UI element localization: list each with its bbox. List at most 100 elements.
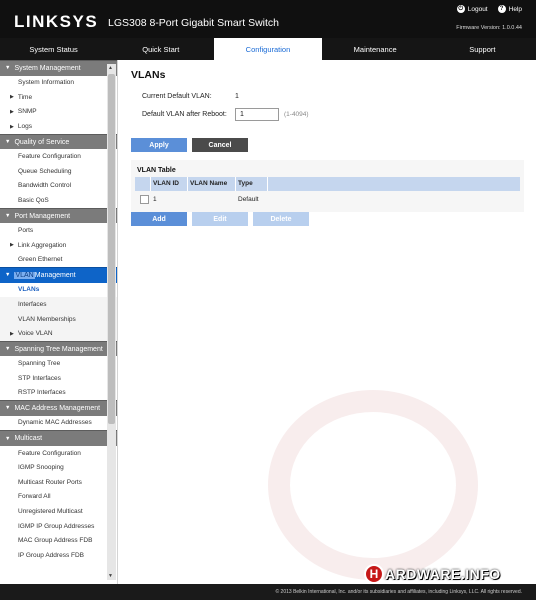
- footer: © 2013 Belkin International, Inc. and/or…: [0, 584, 536, 600]
- collapse-triangle-icon: ▼: [5, 272, 11, 279]
- section-label: MAC Address Management: [14, 404, 101, 412]
- sidebar-item-ports[interactable]: Ports: [0, 223, 117, 238]
- hardware-info-text: ARDWARE.INFO: [385, 566, 501, 582]
- section-label: System Management: [14, 64, 81, 72]
- help-icon: ?: [497, 5, 506, 13]
- section-label-highlight: VLAN: [14, 271, 35, 279]
- vlan-table-title: VLAN Table: [137, 167, 176, 174]
- edit-button[interactable]: Edit: [192, 212, 248, 226]
- sidebar-item-dynamic-mac-addresses[interactable]: Dynamic MAC Addresses: [0, 416, 117, 431]
- hardware-info-watermark: H ARDWARE.INFO: [364, 563, 534, 585]
- section-label: Multicast: [14, 435, 43, 443]
- collapse-triangle-icon: ▼: [5, 65, 11, 72]
- sidebar-item-unregistered-multicast[interactable]: Unregistered Multicast: [0, 504, 117, 519]
- add-button[interactable]: Add: [131, 212, 187, 226]
- logout-link[interactable]: ⏻ Logout: [456, 5, 488, 13]
- watermark-circle: [268, 390, 478, 580]
- sidebar-section-spanning-tree-management[interactable]: ▼ Spanning Tree Management: [0, 340, 117, 357]
- item-label: Voice VLAN: [17, 330, 53, 338]
- sidebar-section-system-management[interactable]: ▼ System Management: [0, 60, 117, 76]
- vlan-table-panel: VLAN Table VLAN ID VLAN Name Type 1 Defa…: [131, 160, 524, 212]
- section-label: Management: [34, 271, 76, 279]
- tab-support[interactable]: Support: [429, 38, 536, 60]
- tab-maintenance[interactable]: Maintenance: [322, 38, 429, 60]
- sidebar-section-quality-of-service[interactable]: ▼ Quality of Service: [0, 133, 117, 150]
- sidebar-item-bandwidth-control[interactable]: Bandwidth Control: [0, 179, 117, 194]
- header-links: ⏻ Logout ? Help: [456, 5, 522, 13]
- sidebar-item-igmp-snooping[interactable]: IGMP Snooping: [0, 460, 117, 475]
- sidebar-item-rstp-interfaces[interactable]: RSTP Interfaces: [0, 386, 117, 401]
- page-title: VLANs: [131, 69, 166, 81]
- scroll-up-icon[interactable]: ▲: [108, 65, 113, 71]
- sidebar-item-stp-interfaces[interactable]: STP Interfaces: [0, 371, 117, 386]
- sidebar-section-multicast[interactable]: ▼ Multicast: [0, 430, 117, 446]
- sidebar-item-logs[interactable]: ▶ Logs: [0, 119, 117, 134]
- sidebar-item-time[interactable]: ▶ Time: [0, 90, 117, 105]
- sidebar-section-vlan-management[interactable]: ▼ VLAN Management: [0, 267, 117, 283]
- section-label: Quality of Service: [14, 138, 70, 146]
- collapse-triangle-icon: ▼: [5, 139, 11, 146]
- collapse-triangle-icon: ▼: [5, 435, 11, 442]
- section-label: Spanning Tree Management: [14, 345, 103, 353]
- sidebar-item-vlan-memberships[interactable]: VLAN Memberships: [0, 311, 117, 327]
- item-label: Logs: [17, 123, 32, 131]
- sidebar-item-forward-all[interactable]: Forward All: [0, 490, 117, 505]
- sidebar-item-feature-configuration[interactable]: Feature Configuration: [0, 149, 117, 164]
- apply-button[interactable]: Apply: [131, 138, 187, 152]
- item-label: Link Aggregation: [17, 241, 67, 249]
- tab-system-status[interactable]: System Status: [0, 38, 107, 60]
- sidebar-item-ip-group-address-fdb[interactable]: IP Group Address FDB: [0, 548, 117, 563]
- cancel-button[interactable]: Cancel: [192, 138, 248, 152]
- top-header: LINKSYS LGS308 8-Port Gigabit Smart Swit…: [0, 0, 536, 38]
- sidebar-item-system-information[interactable]: System Information: [0, 76, 117, 91]
- sidebar-item-queue-scheduling[interactable]: Queue Scheduling: [0, 164, 117, 179]
- vlan-table-header: VLAN ID VLAN Name Type: [135, 177, 520, 191]
- column-divider: [187, 177, 188, 191]
- sidebar-item-voice-vlan[interactable]: ▶ Voice VLAN: [0, 326, 117, 341]
- default-vlan-after-reboot-input[interactable]: 1: [235, 108, 279, 121]
- section-label: Port Management: [14, 212, 71, 220]
- scrollbar-thumb[interactable]: [108, 74, 115, 424]
- sidebar-item-spanning-tree[interactable]: Spanning Tree: [0, 356, 117, 371]
- sidebar-item-green-ethernet[interactable]: Green Ethernet: [0, 252, 117, 267]
- expand-arrow-icon: ▶: [10, 94, 14, 101]
- scroll-down-icon[interactable]: ▼: [108, 573, 113, 579]
- cell-vlan-id: 1: [153, 196, 157, 203]
- sidebar-item-mac-group-address-fdb[interactable]: MAC Group Address FDB: [0, 533, 117, 548]
- col-vlan-name: VLAN Name: [190, 180, 228, 187]
- sidebar-item-multicast-router-ports[interactable]: Multicast Router Ports: [0, 475, 117, 490]
- sidebar-section-port-management[interactable]: ▼ Port Management: [0, 207, 117, 224]
- expand-arrow-icon: ▶: [10, 242, 14, 249]
- sidebar-item-mc-feature-configuration[interactable]: Feature Configuration: [0, 446, 117, 461]
- power-icon: ⏻: [456, 5, 465, 13]
- current-default-vlan-label: Current Default VLAN:: [142, 93, 212, 100]
- sidebar-scrollbar[interactable]: ▲ ▼: [107, 64, 116, 580]
- column-divider: [235, 177, 236, 191]
- table-row[interactable]: 1 Default: [135, 193, 520, 207]
- delete-button[interactable]: Delete: [253, 212, 309, 226]
- linksys-logo: LINKSYS: [14, 12, 99, 31]
- column-divider: [150, 177, 151, 191]
- sidebar-item-igmp-ip-group-addresses[interactable]: IGMP IP Group Addresses: [0, 519, 117, 534]
- logout-label: Logout: [467, 5, 488, 13]
- collapse-triangle-icon: ▼: [5, 405, 11, 412]
- expand-arrow-icon: ▶: [10, 330, 14, 337]
- sidebar-section-mac-address-management[interactable]: ▼ MAC Address Management: [0, 400, 117, 416]
- help-link[interactable]: ? Help: [497, 5, 522, 13]
- tab-quick-start[interactable]: Quick Start: [107, 38, 214, 60]
- sidebar-item-snmp[interactable]: ▶ SNMP: [0, 105, 117, 120]
- row-select-checkbox[interactable]: [140, 195, 149, 204]
- collapse-triangle-icon: ▼: [5, 346, 11, 353]
- sidebar-item-interfaces[interactable]: Interfaces: [0, 297, 117, 312]
- sidebar-item-basic-qos[interactable]: Basic QoS: [0, 193, 117, 208]
- help-label: Help: [508, 5, 522, 13]
- expand-arrow-icon: ▶: [10, 108, 14, 115]
- collapse-triangle-icon: ▼: [5, 213, 11, 219]
- sidebar-item-link-aggregation[interactable]: ▶ Link Aggregation: [0, 238, 117, 253]
- col-vlan-id: VLAN ID: [153, 180, 179, 187]
- column-divider: [267, 177, 268, 191]
- tab-configuration[interactable]: Configuration: [214, 38, 322, 60]
- sidebar-item-vlans[interactable]: VLANs: [0, 282, 117, 298]
- col-type: Type: [238, 180, 253, 187]
- product-name: LGS308 8-Port Gigabit Smart Switch: [108, 17, 279, 29]
